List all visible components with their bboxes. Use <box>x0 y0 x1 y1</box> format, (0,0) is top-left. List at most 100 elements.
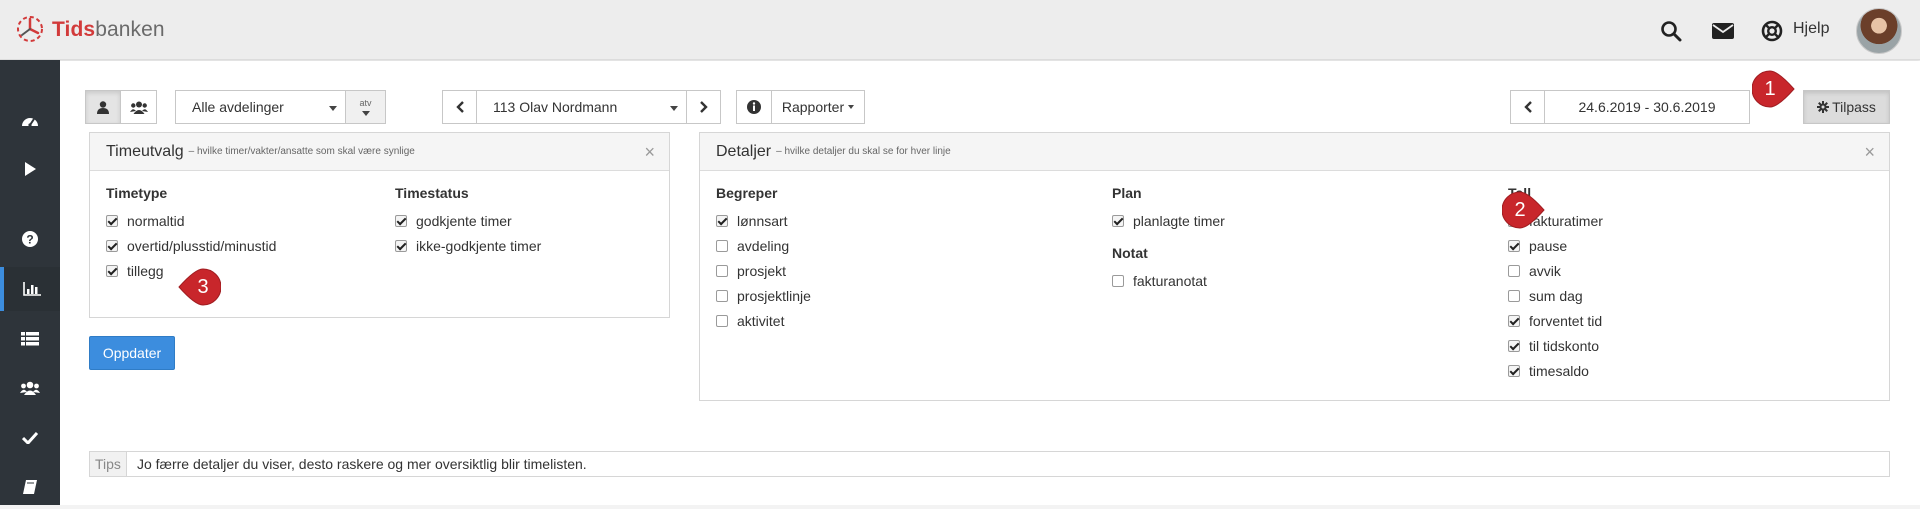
checkbox[interactable] <box>395 215 407 227</box>
next-employee-button[interactable] <box>686 90 721 124</box>
checkbox[interactable] <box>1112 275 1124 287</box>
notat-header: Notat <box>1112 245 1148 261</box>
checkbox-timesaldo[interactable]: timesaldo <box>1508 363 1589 379</box>
checkbox-pause[interactable]: pause <box>1508 238 1567 254</box>
sidebar-item-dashboard[interactable] <box>0 98 60 142</box>
checkbox-til-tidskonto[interactable]: til tidskonto <box>1508 338 1599 354</box>
checkbox-label: forventet tid <box>1529 313 1603 329</box>
checkbox-avvik[interactable]: avvik <box>1508 263 1561 279</box>
detaljer-panel: Detaljer – hvilke detaljer du skal se fo… <box>699 132 1890 401</box>
checkbox[interactable] <box>716 315 728 327</box>
users-icon <box>20 381 40 395</box>
chevron-down-icon <box>848 105 855 109</box>
checkbox-label: pause <box>1529 238 1568 254</box>
sidebar-item-play[interactable] <box>0 147 60 191</box>
checkbox[interactable] <box>1508 265 1520 277</box>
sidebar-item-list[interactable] <box>0 317 60 361</box>
sort-button[interactable]: atv <box>345 90 386 124</box>
previous-employee-button[interactable] <box>442 90 477 124</box>
lifebuoy-icon[interactable] <box>1759 18 1785 44</box>
help-link[interactable]: Hjelp <box>1793 20 1829 38</box>
checkbox-prosjekt[interactable]: prosjekt <box>716 263 786 279</box>
close-icon[interactable]: × <box>1864 142 1875 163</box>
checkbox[interactable] <box>106 265 118 277</box>
sidebar-item-users[interactable] <box>0 366 60 410</box>
question-icon: ? <box>22 231 38 247</box>
checkbox-aktivitet[interactable]: aktivitet <box>716 313 784 329</box>
avatar[interactable] <box>1856 8 1902 54</box>
checkbox-ikke-godkjente-timer[interactable]: ikke-godkjente timer <box>395 238 541 254</box>
checkbox[interactable] <box>716 240 728 252</box>
svg-text:?: ? <box>26 233 33 247</box>
sidebar: ? <box>0 60 60 505</box>
sidebar-item-reports[interactable] <box>0 267 60 311</box>
annotation-marker-3: 3 <box>177 268 221 306</box>
checkbox[interactable] <box>1508 315 1520 327</box>
annotation-number: 2 <box>1514 198 1526 221</box>
checkbox[interactable] <box>106 215 118 227</box>
close-icon[interactable]: × <box>644 142 655 163</box>
checkbox[interactable] <box>395 240 407 252</box>
checkbox[interactable] <box>1508 290 1520 302</box>
checkbox-normaltid[interactable]: normaltid <box>106 213 185 229</box>
chevron-down-icon <box>329 106 337 111</box>
checkbox[interactable] <box>716 265 728 277</box>
chevron-right-icon <box>699 101 708 113</box>
checkbox-planlagte-timer[interactable]: planlagte timer <box>1112 213 1225 229</box>
checkbox-overtid[interactable]: overtid/plusstid/minustid <box>106 238 276 254</box>
update-button[interactable]: Oppdater <box>89 336 175 370</box>
timeutvalg-subtitle: – hvilke timer/vakter/ansatte som skal v… <box>188 146 415 157</box>
envelope-icon[interactable] <box>1710 18 1736 44</box>
sidebar-item-book[interactable] <box>0 465 60 509</box>
checkbox-godkjente-timer[interactable]: godkjente timer <box>395 213 512 229</box>
checkbox[interactable] <box>1508 365 1520 377</box>
checkbox[interactable] <box>1508 340 1520 352</box>
group-button[interactable] <box>120 90 157 124</box>
sidebar-item-help[interactable]: ? <box>0 217 60 261</box>
checkbox-label: normaltid <box>127 213 185 229</box>
reports-dropdown[interactable]: Rapporter <box>771 90 865 124</box>
group-icon <box>129 101 148 114</box>
checkbox-tillegg[interactable]: tillegg <box>106 263 164 279</box>
department-select[interactable]: Alle avdelinger <box>175 90 346 124</box>
checkbox-label: timesaldo <box>1529 363 1589 379</box>
checkbox[interactable] <box>716 290 728 302</box>
customize-button[interactable]: Tilpass <box>1803 90 1890 124</box>
checkbox-label: fakturanotat <box>1133 273 1207 289</box>
checkbox-label: sum dag <box>1529 288 1583 304</box>
checkbox-avdeling[interactable]: avdeling <box>716 238 789 254</box>
search-icon[interactable] <box>1658 18 1684 44</box>
reports-label: Rapporter <box>781 99 845 115</box>
info-button[interactable] <box>736 90 772 124</box>
checkbox-prosjektlinje[interactable]: prosjektlinje <box>716 288 811 304</box>
timeutvalg-header: Timeutvalg – hvilke timer/vakter/ansatte… <box>90 133 669 171</box>
logo-text: Tidsbanken <box>52 18 165 41</box>
date-range-value: 24.6.2019 - 30.6.2019 <box>1578 99 1716 115</box>
single-employee-button[interactable] <box>85 90 121 124</box>
annotation-number: 3 <box>197 275 209 298</box>
employee-select[interactable]: 113 Olav Nordmann <box>476 90 687 124</box>
customize-label: Tilpass <box>1832 99 1876 115</box>
checkbox-label: til tidskonto <box>1529 338 1600 354</box>
timestatus-header: Timestatus <box>395 185 469 201</box>
sidebar-item-approve[interactable] <box>0 416 60 460</box>
checkbox-label: avdeling <box>737 238 790 254</box>
info-icon <box>747 100 761 114</box>
checkbox[interactable] <box>1508 240 1520 252</box>
date-range-field[interactable]: 24.6.2019 - 30.6.2019 <box>1544 90 1750 124</box>
tips-text: Jo færre detaljer du viser, desto rasker… <box>136 456 587 472</box>
checkbox[interactable] <box>1112 215 1124 227</box>
tidsbanken-logo-icon <box>14 13 46 48</box>
annotation-marker-1: 1 <box>1752 70 1796 108</box>
book-icon <box>23 480 37 494</box>
checkbox-forventet-tid[interactable]: forventet tid <box>1508 313 1602 329</box>
dashboard-icon <box>22 118 38 127</box>
checkbox-sum-dag[interactable]: sum dag <box>1508 288 1583 304</box>
checkbox-fakturanotat[interactable]: fakturanotat <box>1112 273 1207 289</box>
employee-select-value: 113 Olav Nordmann <box>493 99 618 115</box>
checkbox[interactable] <box>106 240 118 252</box>
previous-period-button[interactable] <box>1510 90 1545 124</box>
checkbox[interactable] <box>716 215 728 227</box>
logo[interactable]: Tidsbanken <box>14 14 165 46</box>
checkbox-lonnsart[interactable]: lønnsart <box>716 213 788 229</box>
